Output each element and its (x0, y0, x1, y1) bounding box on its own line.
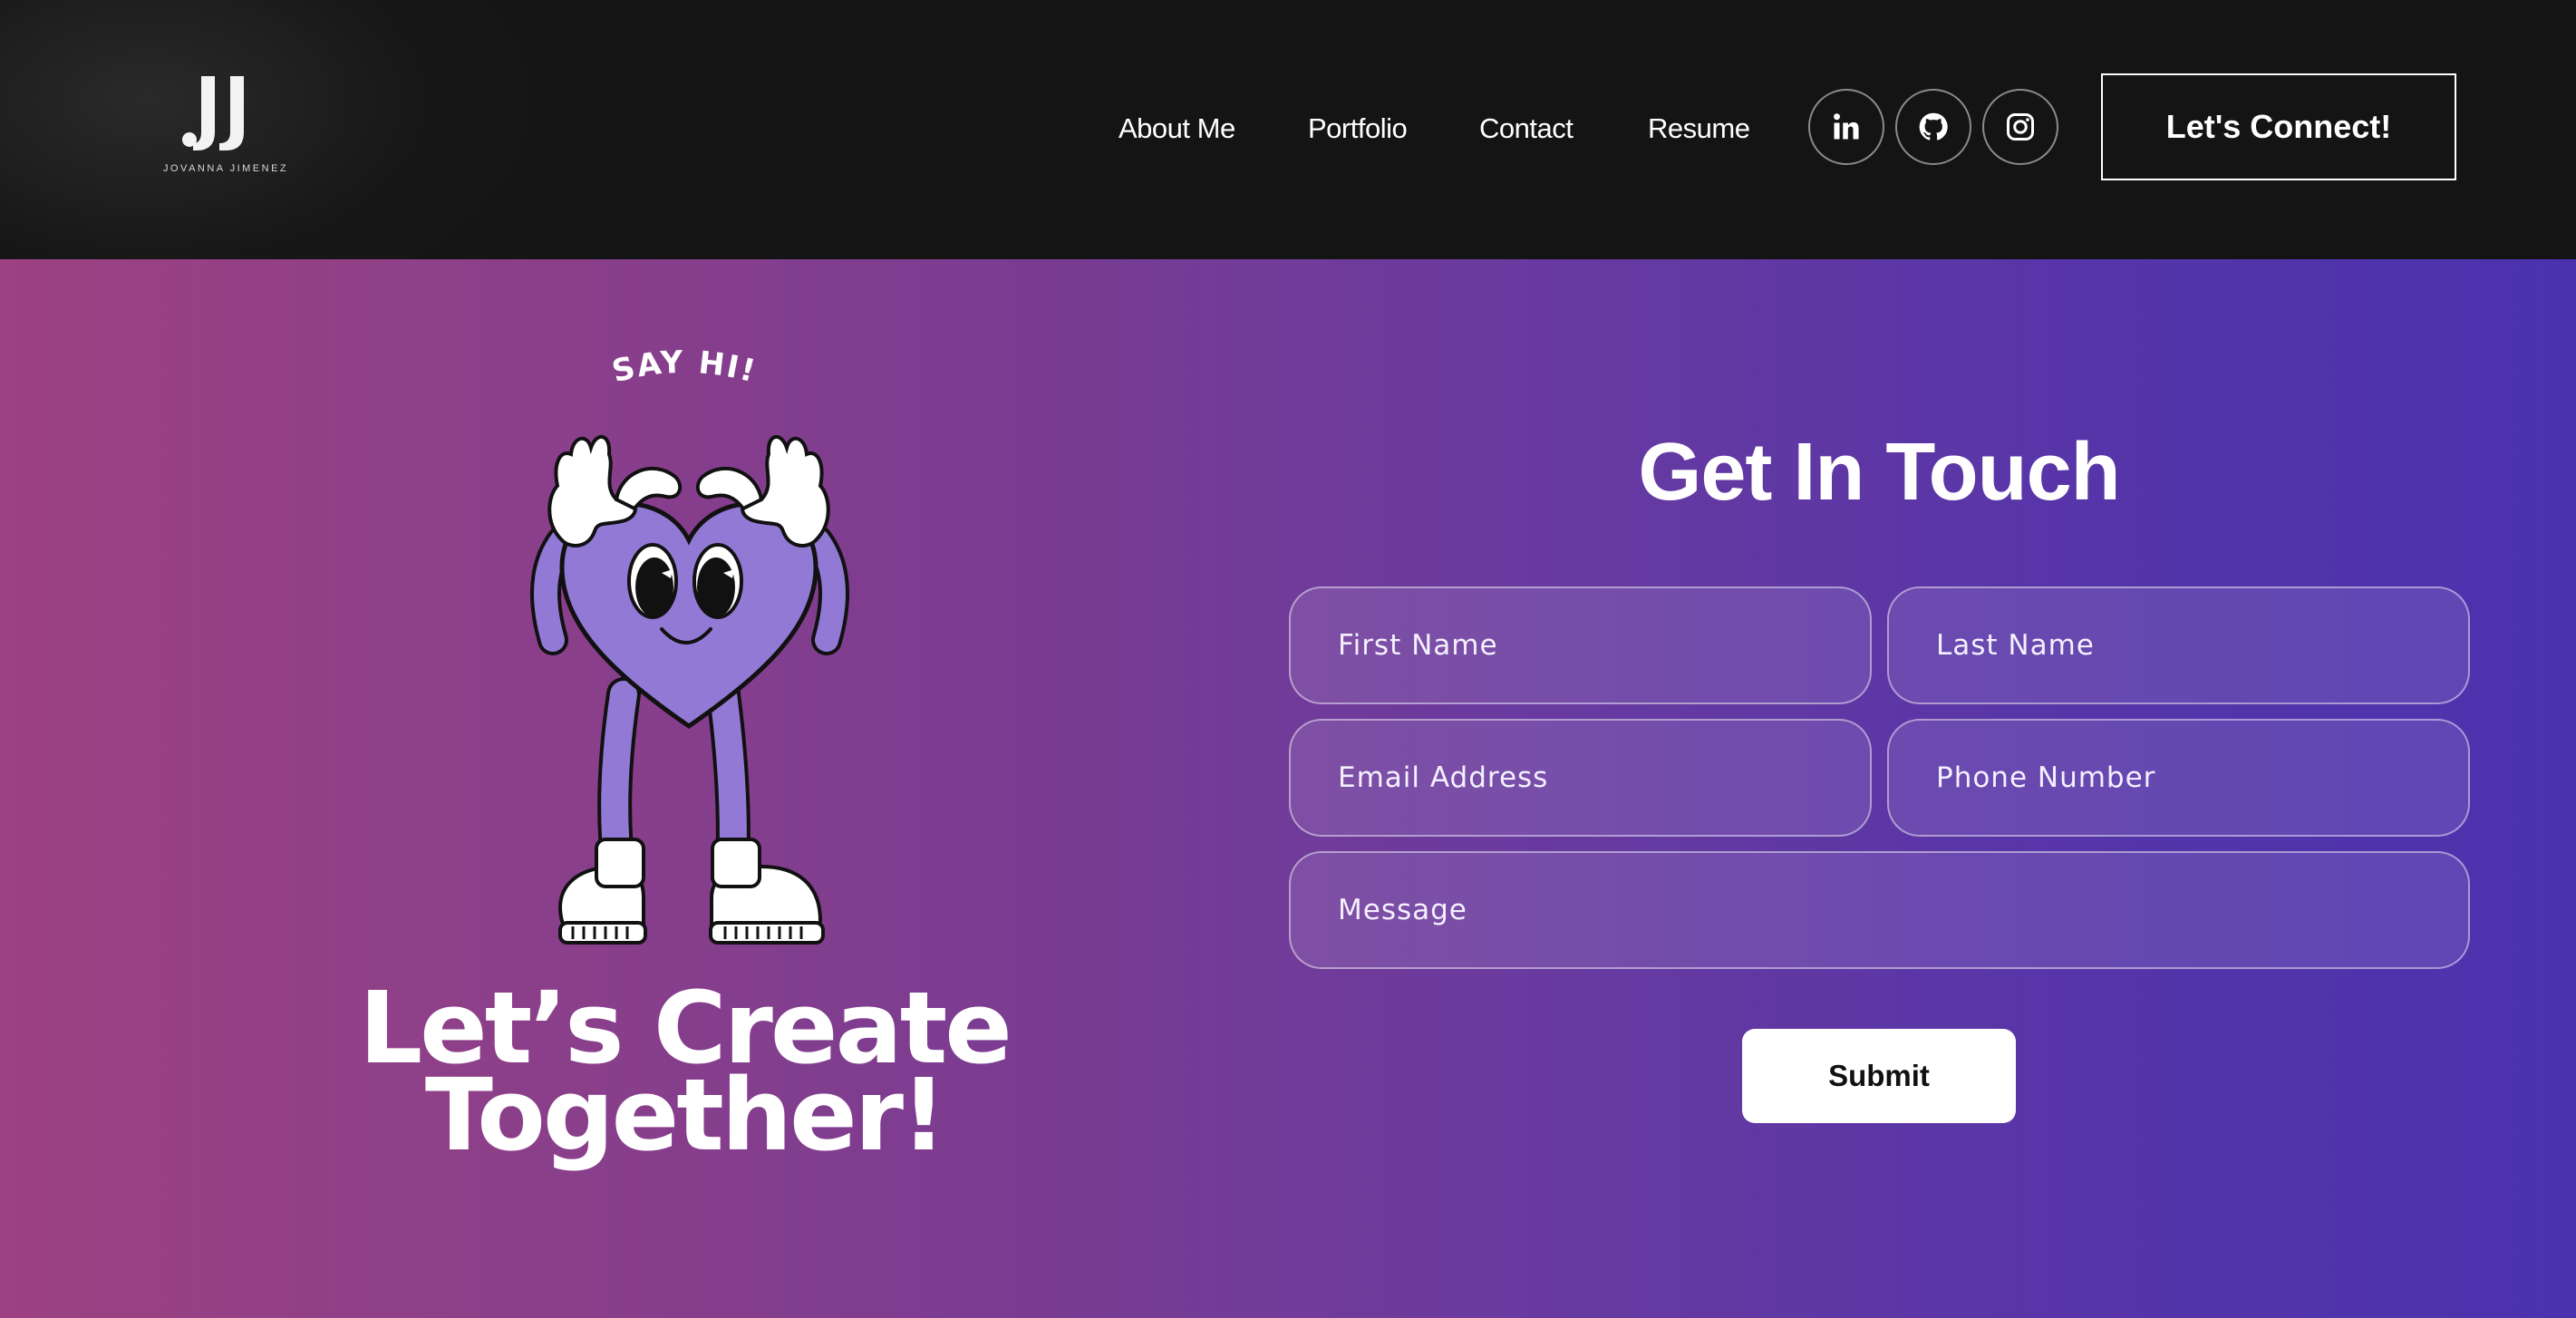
instagram-link[interactable] (1982, 89, 2058, 165)
linkedin-icon (1834, 113, 1859, 140)
instagram-icon (2007, 113, 2034, 141)
github-link[interactable] (1895, 89, 1971, 165)
message-field[interactable] (1289, 851, 2470, 969)
nav-item-contact[interactable]: Contact (1479, 107, 1574, 150)
form-title: Get In Touch (1638, 427, 2120, 518)
github-icon (1919, 112, 1948, 141)
nav-item-about-me[interactable]: About Me (1119, 107, 1235, 150)
nav-item-portfolio[interactable]: Portfolio (1308, 107, 1408, 150)
say-hi-label: SAY HI! (608, 344, 760, 391)
heart-mascot-illustration (530, 435, 849, 945)
first-name-field[interactable] (1289, 586, 1872, 704)
say-hi-text: SAY HI! (608, 344, 759, 391)
monogram-logo-icon (182, 76, 244, 150)
hero-headline-line2: Together! (424, 1057, 946, 1173)
lets-connect-button[interactable]: Let's Connect! (2101, 73, 2456, 180)
linkedin-link[interactable] (1808, 89, 1884, 165)
brand-logo[interactable]: JOVANNA JIMENEZ (163, 74, 289, 179)
email-field[interactable] (1289, 719, 1872, 837)
brand-name: JOVANNA JIMENEZ (163, 163, 289, 174)
hero-headline: Let’s Create Together! (326, 978, 1042, 1173)
contact-section: SAY HI! Let’s Create Together! Get In To… (0, 259, 2576, 1318)
last-name-field[interactable] (1887, 586, 2470, 704)
nav-item-resume[interactable]: Resume (1648, 107, 1750, 150)
phone-field[interactable] (1887, 719, 2470, 837)
svg-text:SAY HI!: SAY HI! (608, 344, 760, 391)
submit-button[interactable]: Submit (1742, 1029, 2016, 1123)
site-header: JOVANNA JIMENEZ About Me Portfolio Conta… (0, 0, 2576, 259)
